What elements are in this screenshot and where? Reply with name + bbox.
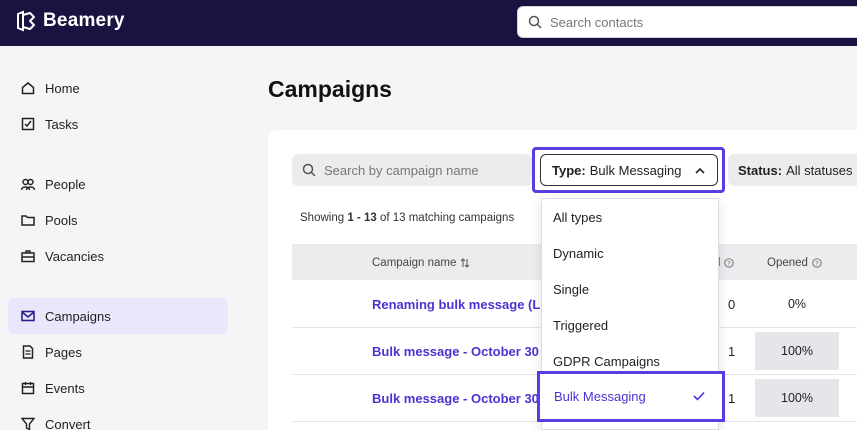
sort-icon[interactable] [460,258,470,268]
dropdown-option-dynamic[interactable]: Dynamic [542,235,720,271]
chevron-up-icon [695,167,705,174]
search-contacts-input[interactable]: Search contacts [517,6,857,38]
calendar-icon [21,382,35,395]
sidebar-item-label: Pools [45,212,78,228]
results-prefix: Showing [300,212,345,224]
sidebar-item-events[interactable]: Events [8,370,228,406]
svg-text:?: ? [728,260,731,268]
opened-rate: 100% [755,379,839,417]
campaign-search-placeholder: Search by campaign name [324,162,479,178]
campaign-name-link[interactable]: Bulk message - October 30 [372,344,539,359]
brand-name: Beamery [43,10,125,31]
type-filter-value: Bulk Messaging [589,162,682,178]
people-icon [21,178,35,191]
column-label: Campaign name [372,257,457,269]
folder-icon [21,215,35,226]
search-icon [302,163,316,177]
opened-rate: 0% [787,297,807,311]
status-filter-label: Status: [738,162,783,178]
status-filter-select[interactable]: Status: All statuses [728,154,857,186]
sidebar-item-pages[interactable]: Pages [8,334,228,370]
selected-option-label: Bulk Messaging [554,388,646,404]
page-icon [22,345,34,359]
results-suffix: of 13 matching campaigns [379,212,515,224]
help-icon[interactable]: ? [812,258,822,268]
campaign-search-input[interactable]: Search by campaign name [292,154,532,186]
sidebar-item-label: Pages [45,344,82,360]
type-filter-label: Type: [552,162,586,178]
sidebar-item-vacancies[interactable]: Vacancies [8,238,228,274]
beamery-logo-icon [17,10,35,32]
results-range: 1 - 13 [347,212,377,224]
check-icon [693,391,705,401]
sidebar-item-label: People [45,176,86,192]
top-bar: Beamery Search contacts [0,0,857,46]
column-label: Opened [767,257,808,269]
sidebar-item-label: Campaigns [45,308,111,324]
column-opened: Opened ? [767,257,822,269]
dropdown-option-all-types[interactable]: All types [542,199,720,235]
sidebar-item-label: Tasks [45,116,79,132]
home-icon [21,82,35,95]
type-filter-select[interactable]: Type: Bulk Messaging [540,154,718,186]
dropdown-option-single[interactable]: Single [542,271,720,307]
column-campaign-name[interactable]: Campaign name [372,257,470,269]
tasks-icon [21,117,35,131]
dropdown-option-triggered[interactable]: Triggered [542,307,720,343]
mail-icon [21,310,35,322]
svg-text:?: ? [815,260,818,268]
opened-rate: 100% [755,332,839,370]
beamery-logo[interactable]: Beamery [15,10,125,32]
status-filter-value: All statuses [786,162,853,178]
sidebar-item-label: Vacancies [45,248,105,264]
briefcase-icon [21,250,35,263]
campaign-name-link[interactable]: Bulk message - October 30 [372,391,539,406]
sent-count: 1 [728,391,736,406]
results-count: Showing 1 - 13 of 13 matching campaigns [300,212,514,224]
selected-option: Bulk Messaging [542,376,720,416]
sidebar-item-label: Home [45,80,80,96]
page-title: Campaigns [268,76,392,102]
sidebar-item-label: Convert [45,416,91,430]
sidebar-item-home[interactable]: Home [8,70,228,106]
search-icon [528,15,542,29]
help-icon[interactable]: ? [724,258,735,268]
sidebar: Home Tasks People Pools Vacancies Campai… [0,46,240,430]
sent-count: 1 [728,344,736,359]
filter-icon [21,417,35,430]
search-contacts-placeholder: Search contacts [550,14,644,30]
sidebar-item-campaigns[interactable]: Campaigns [8,298,228,334]
dropdown-option-bulk-messaging[interactable]: Bulk Messaging [537,371,725,422]
sidebar-item-label: Events [45,380,85,396]
sidebar-item-people[interactable]: People [8,166,228,202]
campaign-name-link[interactable]: Renaming bulk message (L [372,297,540,312]
sidebar-item-tasks[interactable]: Tasks [8,106,228,142]
sidebar-item-convert[interactable]: Convert [8,406,228,430]
sent-count: 0 [728,297,736,312]
sidebar-item-pools[interactable]: Pools [8,202,228,238]
